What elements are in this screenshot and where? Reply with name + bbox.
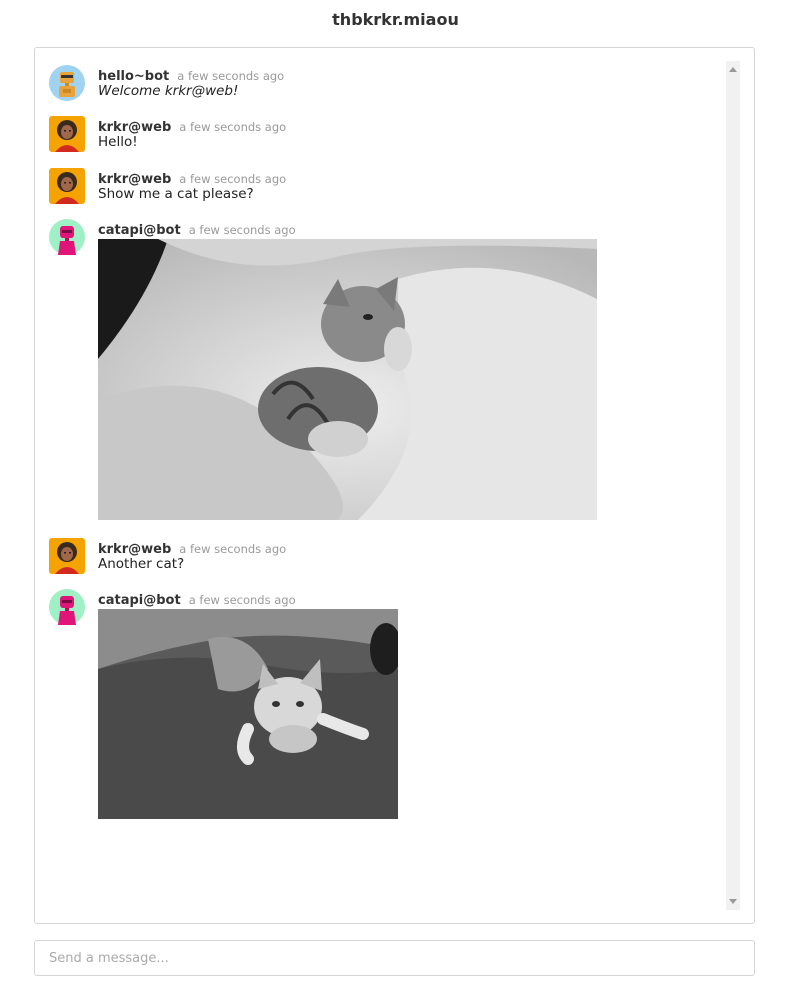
message-author[interactable]: krkr@web	[98, 120, 171, 135]
message-item: hello~bot a few seconds ago Welcome krkr@…	[49, 65, 649, 105]
robot-avatar-yellow[interactable]	[49, 65, 85, 101]
message-text: Hello!	[98, 134, 138, 150]
person-avatar[interactable]	[49, 168, 85, 204]
message-author[interactable]: catapi@bot	[98, 223, 181, 238]
message-text: Another cat?	[98, 556, 185, 572]
message-timestamp: a few seconds ago	[188, 223, 296, 237]
message-text: Show me a cat please?	[98, 186, 254, 202]
robot-avatar-pink[interactable]	[49, 589, 85, 625]
message-input[interactable]	[34, 940, 755, 976]
scroll-down-icon[interactable]	[729, 899, 737, 904]
message-timestamp: a few seconds ago	[177, 69, 285, 83]
message-list-scrollbar[interactable]	[726, 61, 740, 910]
kitten-photo-1[interactable]	[98, 239, 597, 520]
message-author[interactable]: catapi@bot	[98, 593, 181, 608]
kitten-photo-2[interactable]	[98, 609, 398, 819]
message-timestamp: a few seconds ago	[179, 542, 287, 556]
message-timestamp: a few seconds ago	[179, 120, 287, 134]
robot-avatar-pink[interactable]	[49, 219, 85, 255]
message-list[interactable]: hello~bot a few seconds ago Welcome krkr@…	[34, 47, 755, 924]
message-item: krkr@web a few seconds ago Hello!	[49, 116, 649, 156]
message-author[interactable]: hello~bot	[98, 69, 169, 84]
message-item: krkr@web a few seconds ago Show me a cat …	[49, 168, 649, 208]
message-text: Welcome krkr@web!	[98, 83, 239, 99]
message-author[interactable]: krkr@web	[98, 172, 171, 187]
person-avatar[interactable]	[49, 116, 85, 152]
message-timestamp: a few seconds ago	[188, 593, 296, 607]
message-timestamp: a few seconds ago	[179, 172, 287, 186]
message-item: catapi@bot a few seconds ago	[49, 589, 649, 824]
message-item: catapi@bot a few seconds ago	[49, 219, 649, 524]
scroll-up-icon[interactable]	[729, 67, 737, 72]
room-title: thbkrkr.miaou	[332, 10, 459, 29]
message-item: krkr@web a few seconds ago Another cat?	[49, 538, 649, 578]
person-avatar[interactable]	[49, 538, 85, 574]
message-author[interactable]: krkr@web	[98, 542, 171, 557]
